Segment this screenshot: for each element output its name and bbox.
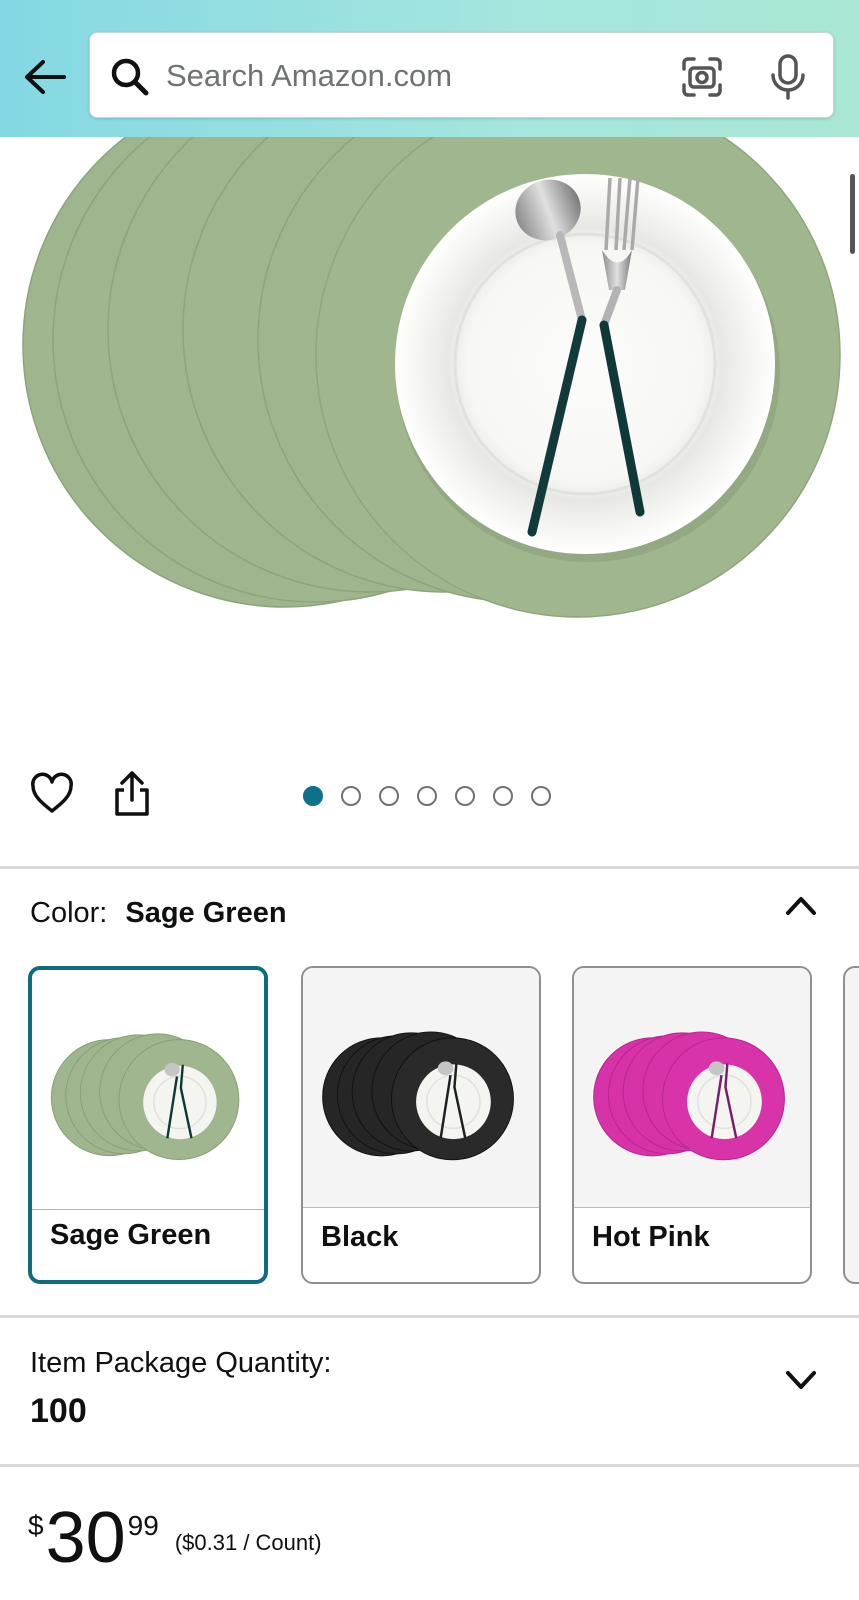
color-selector-header: Color: Sage Green bbox=[30, 897, 287, 930]
swatch-label: Sage Green bbox=[50, 1219, 212, 1251]
section-divider bbox=[0, 866, 859, 869]
color-option-hot-pink[interactable]: Hot Pink bbox=[572, 966, 812, 1284]
camera-search-icon[interactable] bbox=[680, 55, 724, 99]
share-icon[interactable] bbox=[110, 770, 154, 818]
product-image bbox=[22, 137, 841, 618]
color-option-next[interactable] bbox=[843, 966, 859, 1284]
search-icon bbox=[111, 58, 149, 96]
pagination-dot[interactable] bbox=[417, 786, 437, 806]
chevron-down-icon[interactable] bbox=[784, 1368, 818, 1392]
pagination-dot[interactable] bbox=[531, 786, 551, 806]
pagination-dot[interactable] bbox=[455, 786, 475, 806]
chevron-up-icon[interactable] bbox=[784, 892, 818, 918]
pagination-dot[interactable] bbox=[341, 786, 361, 806]
swatch-thumbnail bbox=[303, 968, 539, 1208]
quantity-value[interactable]: 100 bbox=[30, 1392, 87, 1431]
color-option-sage-green[interactable]: Sage Green bbox=[28, 966, 268, 1284]
search-input[interactable] bbox=[166, 51, 646, 101]
section-divider bbox=[0, 1464, 859, 1467]
quantity-label: Item Package Quantity: bbox=[30, 1347, 332, 1379]
swatch-thumbnail bbox=[574, 968, 810, 1208]
price-fraction: 99 bbox=[127, 1510, 159, 1541]
pagination-dot[interactable] bbox=[303, 786, 323, 806]
microphone-icon[interactable] bbox=[766, 53, 810, 101]
swatch-thumbnail bbox=[32, 970, 264, 1210]
swatch-label: Black bbox=[321, 1221, 399, 1253]
pagination-dot[interactable] bbox=[493, 786, 513, 806]
unit-price: ($0.31 / Count) bbox=[174, 1530, 322, 1555]
scrollbar[interactable] bbox=[850, 174, 855, 254]
top-search-bar bbox=[0, 0, 859, 137]
section-divider bbox=[0, 1315, 859, 1318]
back-arrow-icon[interactable] bbox=[22, 54, 68, 100]
price: $ 30 99 ($0.31 / Count) bbox=[28, 1502, 322, 1574]
color-label: Color: bbox=[30, 897, 108, 929]
price-whole: 30 bbox=[45, 1498, 126, 1578]
product-image-carousel[interactable] bbox=[0, 137, 859, 757]
color-option-black[interactable]: Black bbox=[301, 966, 541, 1284]
image-pagination-dots bbox=[303, 786, 551, 806]
price-currency: $ bbox=[28, 1510, 44, 1541]
wishlist-heart-icon[interactable] bbox=[30, 772, 74, 816]
search-box[interactable] bbox=[89, 32, 834, 118]
pagination-dot[interactable] bbox=[379, 786, 399, 806]
swatch-label: Hot Pink bbox=[592, 1221, 710, 1253]
selected-color-value: Sage Green bbox=[125, 897, 287, 929]
